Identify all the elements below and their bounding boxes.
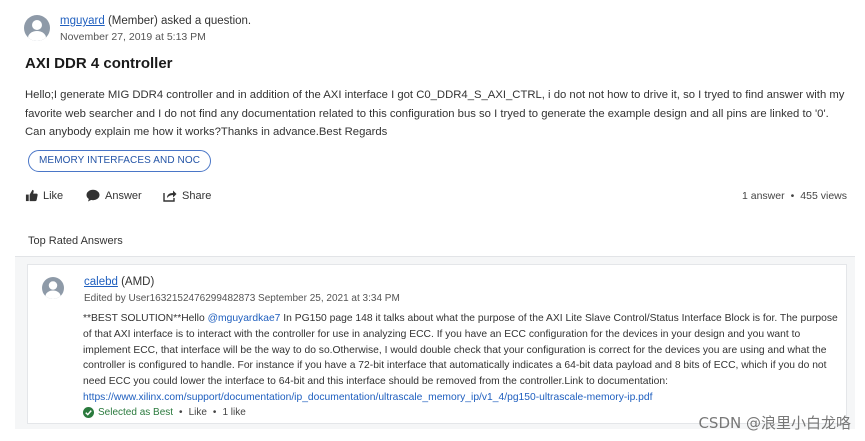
question-author-avatar[interactable] [24, 15, 50, 41]
selected-as-best-badge: Selected as Best [83, 407, 173, 418]
answer-body: **BEST SOLUTION**Hello @mguyardkae7 In P… [83, 311, 843, 406]
selected-as-best-label: Selected as Best [98, 407, 174, 418]
like-button[interactable]: Like [25, 189, 63, 202]
user-icon [45, 281, 61, 299]
user-icon [28, 20, 46, 41]
share-icon [163, 190, 177, 202]
answer-footer: Selected as Best • Like • 1 like [83, 407, 246, 418]
csdn-watermark: CSDN @浪里小白龙咯 [698, 414, 851, 432]
footer-dot-2: • [212, 407, 217, 418]
question-body: Hello;I generate MIG DDR4 controller and… [25, 89, 845, 138]
documentation-link[interactable]: https://www.xilinx.com/support/documenta… [83, 392, 652, 403]
answers-panel: calebd (AMD) Edited by User1632152476299… [15, 256, 855, 429]
answer-body-intro: **BEST SOLUTION**Hello [83, 313, 208, 324]
question-stats: 1 answer • 455 views [742, 190, 847, 202]
answer-like-button[interactable]: Like [189, 407, 207, 418]
like-label: Like [43, 189, 64, 202]
mention-link[interactable]: @mguyardkae7 [208, 313, 281, 324]
stats-separator: • [790, 190, 795, 202]
answer-label: Answer [105, 189, 142, 202]
question-author-link[interactable]: mguyard [60, 15, 105, 27]
answer-author-role: (AMD) [121, 276, 155, 288]
question-author-role: (Member) asked a question. [107, 15, 252, 27]
answer-author-avatar[interactable] [42, 277, 64, 299]
answer-like-count: 1 like [222, 407, 246, 418]
top-rated-answers-heading: Top Rated Answers [28, 235, 123, 247]
share-button[interactable]: Share [163, 189, 211, 202]
answer-count: 1 answer [742, 190, 785, 202]
footer-dot-1: • [179, 407, 183, 418]
answer-edited-info: Edited by User1632152476299482873 Septem… [84, 293, 400, 304]
comment-icon [86, 189, 100, 202]
view-count: 455 views [800, 190, 847, 202]
answer-button[interactable]: Answer [86, 189, 142, 202]
question-title: AXI DDR 4 controller [25, 55, 173, 72]
thumbs-up-icon [25, 189, 38, 202]
answer-body-text: In PG150 page 148 it talks about what th… [83, 313, 838, 388]
answer-author-link[interactable]: calebd [84, 276, 118, 288]
question-header: mguyard (Member) asked a question. [60, 15, 251, 27]
topic-tag[interactable]: MEMORY INTERFACES AND NOC [28, 150, 212, 172]
answer-header: calebd (AMD) [84, 276, 154, 288]
answer-card: calebd (AMD) Edited by User1632152476299… [27, 264, 847, 424]
question-date: November 27, 2019 at 5:13 PM [60, 31, 206, 43]
share-label: Share [182, 189, 212, 202]
check-circle-icon [83, 407, 94, 418]
